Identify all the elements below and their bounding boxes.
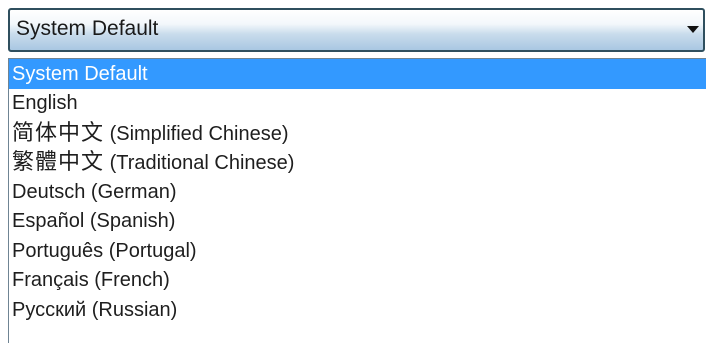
language-option-simplified-chinese[interactable]: 简体中文 (Simplified Chinese) — [9, 119, 706, 149]
option-label: Русский (Russian) — [12, 298, 178, 321]
option-label: (Traditional Chinese) — [104, 152, 295, 174]
language-option-portuguese[interactable]: Português (Portugal) — [9, 237, 706, 267]
option-label: Deutsch (German) — [12, 180, 177, 203]
chevron-down-icon[interactable] — [687, 26, 699, 33]
language-option-traditional-chinese[interactable]: 繁體中文 (Traditional Chinese) — [9, 148, 706, 178]
language-option-english[interactable]: English — [9, 89, 706, 119]
option-label: English — [12, 92, 78, 114]
option-label: Français (French) — [12, 269, 170, 291]
language-option-french[interactable]: Français (French) — [9, 266, 706, 296]
selected-language-value: System Default — [16, 17, 159, 40]
language-select-screen: System Default System Default English 简体… — [0, 0, 706, 343]
option-label: Español (Spanish) — [12, 210, 176, 232]
option-native-name: 繁體中文 — [12, 150, 105, 175]
option-label: System Default — [12, 63, 148, 85]
option-label: (Simplified Chinese) — [104, 122, 289, 145]
language-option-russian[interactable]: Русский (Russian) — [9, 296, 706, 326]
language-dropdown-list[interactable]: System Default English 简体中文 (Simplified … — [8, 58, 706, 343]
language-option-spanish[interactable]: Español (Spanish) — [9, 207, 706, 237]
option-native-name: 简体中文 — [12, 120, 105, 146]
language-option-system-default[interactable]: System Default — [9, 59, 706, 89]
option-label: Português (Portugal) — [12, 239, 197, 262]
language-select[interactable]: System Default — [8, 8, 705, 52]
language-option-german[interactable]: Deutsch (German) — [9, 178, 706, 208]
